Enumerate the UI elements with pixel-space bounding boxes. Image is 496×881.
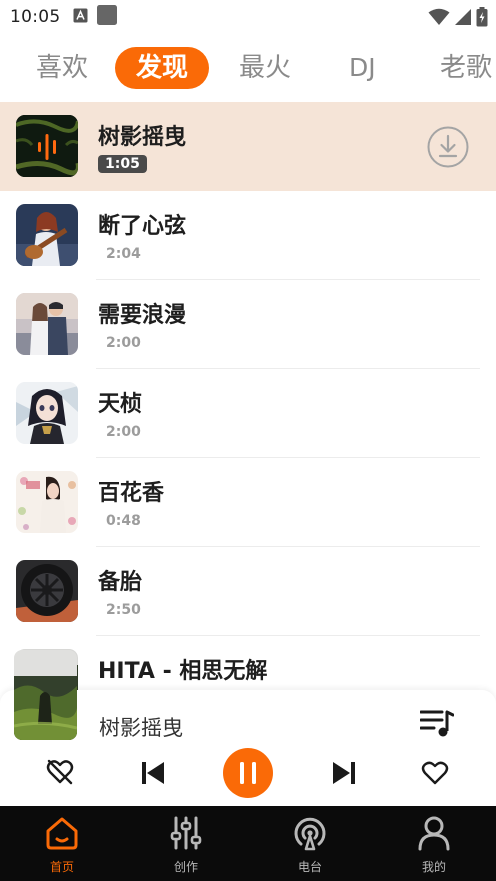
sliders-icon xyxy=(168,815,204,855)
song-duration: 0:48 xyxy=(106,513,141,529)
previous-button[interactable] xyxy=(141,761,165,789)
song-duration: 2:00 xyxy=(106,424,141,440)
notification-a-icon xyxy=(73,8,88,27)
tab-likes[interactable]: 喜欢 xyxy=(36,44,88,92)
pause-icon xyxy=(223,748,273,798)
status-time: 10:05 xyxy=(10,7,61,27)
nav-item-home[interactable]: 首页 xyxy=(0,806,124,881)
song-row[interactable]: 断了心弦 2:04 xyxy=(0,191,496,280)
notification-square-icon xyxy=(96,5,117,29)
player-song-title: 树影摇曳 xyxy=(99,716,183,740)
nav-label: 我的 xyxy=(421,860,446,874)
battery-icon xyxy=(476,7,488,31)
song-duration: 1:05 xyxy=(98,155,147,173)
like-button[interactable] xyxy=(421,761,449,789)
song-cover xyxy=(16,382,78,444)
dislike-button[interactable] xyxy=(46,759,74,789)
tab-discover[interactable]: 发现 xyxy=(115,47,210,89)
player-cover[interactable] xyxy=(14,650,77,740)
bottom-nav: 首页 创作 电台 我的 xyxy=(0,806,496,881)
couple-cover xyxy=(16,293,78,355)
category-tabs: 喜欢 发现 最火 DJ 老歌 xyxy=(0,44,496,92)
forest-cover xyxy=(14,650,77,740)
song-row-current[interactable]: 树影摇曳 1:05 xyxy=(0,102,496,191)
wifi-icon xyxy=(428,8,450,30)
song-title: 树影摇曳 xyxy=(98,125,187,150)
song-duration: 2:00 xyxy=(106,335,141,351)
song-cover xyxy=(16,560,78,622)
nav-item-create[interactable]: 创作 xyxy=(124,806,248,881)
dislike-heart-icon xyxy=(46,759,74,785)
song-cover xyxy=(16,115,78,177)
tab-dj[interactable]: DJ xyxy=(349,44,376,92)
next-button[interactable] xyxy=(332,761,356,789)
song-duration: 2:50 xyxy=(106,602,141,618)
status-bar: 10:05 xyxy=(0,0,496,34)
download-button[interactable] xyxy=(427,126,469,168)
tab-hottest[interactable]: 最火 xyxy=(239,44,291,92)
guitar-girl-cover xyxy=(16,204,78,266)
flower-woman-cover xyxy=(16,471,78,533)
song-row[interactable]: 备胎 2:50 xyxy=(0,547,496,636)
nav-label: 首页 xyxy=(49,860,74,874)
nav-label: 创作 xyxy=(173,860,198,874)
song-title: 备胎 xyxy=(98,570,143,595)
home-icon xyxy=(44,815,80,855)
user-icon xyxy=(416,815,452,855)
song-cover xyxy=(16,204,78,266)
signal-icon xyxy=(454,8,472,30)
song-title: 天桢 xyxy=(98,392,143,417)
song-title: 需要浪漫 xyxy=(98,303,187,328)
download-icon xyxy=(427,126,469,168)
song-title: 断了心弦 xyxy=(98,214,187,239)
pause-button[interactable] xyxy=(223,748,273,802)
song-row[interactable]: 百花香 0:48 xyxy=(0,458,496,547)
nav-item-radio[interactable]: 电台 xyxy=(248,806,372,881)
playlist-button[interactable] xyxy=(419,708,455,738)
mini-player: 树影摇曳 xyxy=(0,650,496,806)
song-row[interactable]: 需要浪漫 2:00 xyxy=(0,280,496,369)
skip-previous-icon xyxy=(142,762,164,784)
song-duration: 2:04 xyxy=(106,246,141,262)
anime-girl-cover xyxy=(16,382,78,444)
song-row[interactable]: 天桢 2:00 xyxy=(0,369,496,458)
nav-label: 电台 xyxy=(297,860,322,874)
song-title: 百花香 xyxy=(98,481,165,506)
skip-next-icon xyxy=(333,762,355,784)
song-title: HITA - 相思无解 xyxy=(98,659,268,684)
song-list: 树影摇曳 1:05 断了心弦 2:04 需要浪漫 2:00 天桢 2:00 百花… xyxy=(0,102,496,690)
playlist-icon xyxy=(419,710,455,737)
radio-icon xyxy=(292,815,328,855)
nav-item-me[interactable]: 我的 xyxy=(372,806,496,881)
tab-oldies[interactable]: 老歌 xyxy=(440,44,492,92)
song-cover xyxy=(16,293,78,355)
audio-wave-icon xyxy=(16,115,78,177)
heart-icon xyxy=(421,761,449,785)
song-cover xyxy=(16,471,78,533)
tire-cover xyxy=(16,560,78,622)
